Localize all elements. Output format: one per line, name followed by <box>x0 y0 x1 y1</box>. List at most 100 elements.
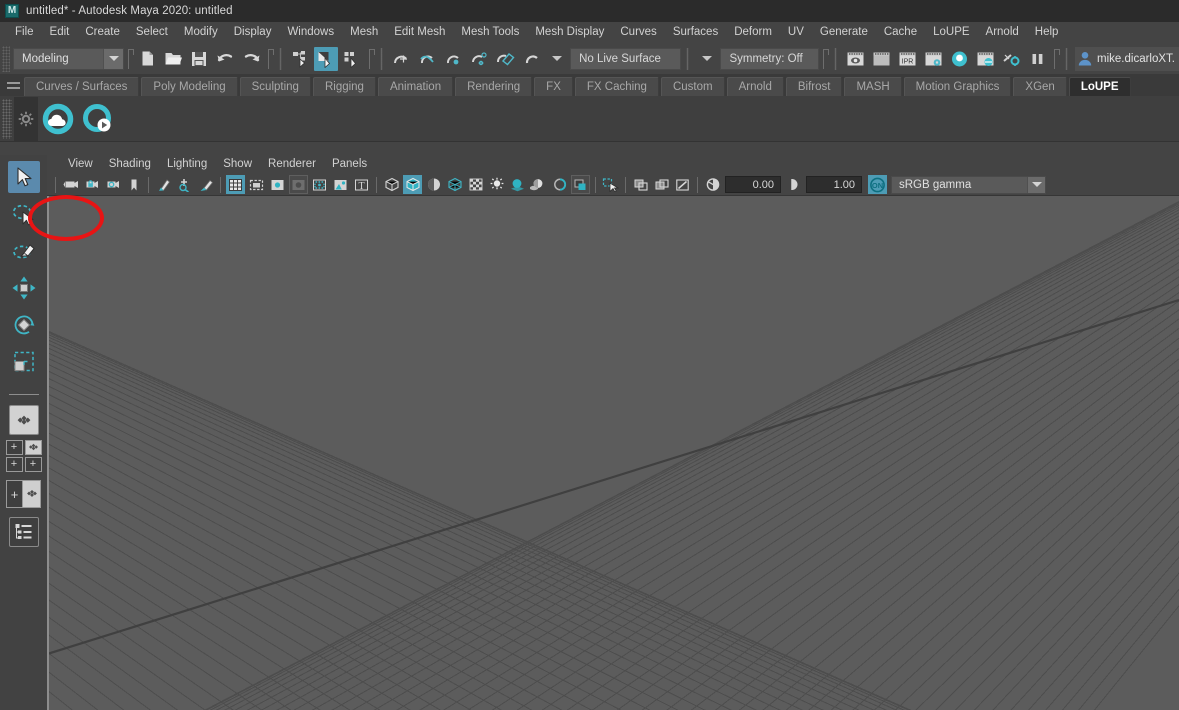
hypershade-icon[interactable] <box>947 47 971 71</box>
select-camera-icon[interactable] <box>61 175 80 194</box>
undo-icon[interactable] <box>213 47 237 71</box>
toolbar-gripper-2[interactable] <box>279 47 283 70</box>
safe-action-icon[interactable] <box>331 175 350 194</box>
textured-icon[interactable] <box>466 175 485 194</box>
smooth-shade-selected-icon[interactable] <box>424 175 443 194</box>
rotate-tool-icon[interactable] <box>8 309 40 341</box>
make-live-icon[interactable] <box>519 47 543 71</box>
snap-to-projected-center-icon[interactable] <box>467 47 491 71</box>
menu-item-mesh-display[interactable]: Mesh Display <box>527 22 612 43</box>
xray-joints-icon[interactable] <box>652 175 671 194</box>
safe-title-icon[interactable]: T <box>352 175 371 194</box>
render-settings-icon[interactable] <box>921 47 945 71</box>
user-account-button[interactable]: mike.dicarloXT. <box>1075 46 1179 71</box>
menu-item-surfaces[interactable]: Surfaces <box>665 22 726 43</box>
camera-attributes-icon[interactable] <box>103 175 122 194</box>
menu-item-display[interactable]: Display <box>226 22 280 43</box>
exposure-value-field[interactable]: 0.00 <box>725 176 781 193</box>
new-scene-icon[interactable] <box>135 47 159 71</box>
gamma-value-field[interactable]: 1.00 <box>806 176 862 193</box>
menu-item-curves[interactable]: Curves <box>612 22 664 43</box>
wireframe-icon[interactable] <box>382 175 401 194</box>
color-management-icon[interactable]: ON <box>868 175 887 194</box>
shelf-tab-loupe[interactable]: LoUPE <box>1068 77 1131 96</box>
shelf-tab-arnold[interactable]: Arnold <box>726 77 784 96</box>
loupe-play-icon[interactable] <box>78 99 118 139</box>
select-by-component-type-icon[interactable] <box>340 47 364 71</box>
toolbar-gripper-3[interactable] <box>380 47 384 70</box>
menu-item-select[interactable]: Select <box>128 22 176 43</box>
screen-space-ao-icon[interactable] <box>529 175 548 194</box>
shelf-tab-animation[interactable]: Animation <box>377 77 454 96</box>
menu-item-cache[interactable]: Cache <box>876 22 925 43</box>
xray-active-components-icon[interactable] <box>673 175 692 194</box>
loupe-settings-icon[interactable] <box>14 96 38 141</box>
scale-tool-icon[interactable] <box>8 346 40 378</box>
shelf-tab-fx-caching[interactable]: FX Caching <box>574 77 659 96</box>
menu-item-deform[interactable]: Deform <box>726 22 780 43</box>
toolbar-gripper-5[interactable] <box>834 47 838 70</box>
color-transform-selector[interactable]: sRGB gamma <box>891 175 1046 194</box>
viewport-menu-show[interactable]: Show <box>215 155 260 174</box>
isolate-select-icon[interactable] <box>601 175 620 194</box>
snap-options-chevron-icon[interactable] <box>545 47 569 71</box>
menu-item-mesh-tools[interactable]: Mesh Tools <box>453 22 527 43</box>
gate-mask-icon[interactable] <box>289 175 308 194</box>
select-by-hierarchy-icon[interactable] <box>288 47 312 71</box>
outliner-persp-layout-icon[interactable] <box>8 517 39 547</box>
menu-item-edit[interactable]: Edit <box>42 22 78 43</box>
chevron-down-icon[interactable] <box>103 48 124 69</box>
render-current-frame-icon[interactable] <box>843 47 867 71</box>
menu-item-generate[interactable]: Generate <box>812 22 876 43</box>
grid-toggle-icon[interactable] <box>226 175 245 194</box>
grease-pencil-icon[interactable] <box>196 175 215 194</box>
menu-item-arnold[interactable]: Arnold <box>978 22 1027 43</box>
viewport-menu-renderer[interactable]: Renderer <box>260 155 324 174</box>
shelf-tab-curves-surfaces[interactable]: Curves / Surfaces <box>24 77 140 96</box>
toolbar-gripper-4[interactable] <box>686 47 690 70</box>
shelf-gripper[interactable] <box>2 98 12 139</box>
statusline-gripper[interactable] <box>2 45 10 72</box>
render-view-icon[interactable] <box>973 47 997 71</box>
render-sequence-icon[interactable] <box>869 47 893 71</box>
select-by-object-type-icon[interactable] <box>314 46 339 71</box>
image-plane-icon[interactable] <box>154 175 173 194</box>
shadows-icon[interactable] <box>508 175 527 194</box>
ipr-render-icon[interactable]: IPR <box>895 47 919 71</box>
viewport-menu-panels[interactable]: Panels <box>324 155 375 174</box>
multisample-icon[interactable] <box>571 175 590 194</box>
menu-item-windows[interactable]: Windows <box>279 22 342 43</box>
shelf-tab-custom[interactable]: Custom <box>660 77 725 96</box>
shelf-tab-xgen[interactable]: XGen <box>1013 77 1067 96</box>
menu-item-help[interactable]: Help <box>1027 22 1067 43</box>
chevron-down-icon[interactable] <box>1027 176 1045 193</box>
light-editor-icon[interactable] <box>999 47 1023 71</box>
four-view-layout-icon[interactable]: + + + <box>5 440 42 472</box>
shelf-tab-motion-graphics[interactable]: Motion Graphics <box>903 77 1012 96</box>
shelf-tab-bifrost[interactable]: Bifrost <box>785 77 843 96</box>
symmetry-field[interactable]: Symmetry: Off <box>720 47 820 70</box>
snap-to-grid-icon[interactable] <box>389 47 413 71</box>
snap-to-point-icon[interactable] <box>441 47 465 71</box>
xray-icon[interactable] <box>631 175 650 194</box>
shelf-tab-fx[interactable]: FX <box>534 77 573 96</box>
menu-item-mesh[interactable]: Mesh <box>342 22 386 43</box>
snap-to-curve-icon[interactable] <box>415 47 439 71</box>
gamma-icon[interactable] <box>784 175 803 194</box>
single-perspective-view-icon[interactable] <box>8 405 39 435</box>
menu-set-selector[interactable]: Modeling <box>13 47 125 70</box>
shelf-menu-icon[interactable] <box>2 75 24 96</box>
shelf-tab-poly-modeling[interactable]: Poly Modeling <box>141 77 238 96</box>
save-scene-icon[interactable] <box>187 47 211 71</box>
symmetry-chevron-icon[interactable] <box>695 47 719 71</box>
viewport-menu-shading[interactable]: Shading <box>101 155 159 174</box>
pause-render-icon[interactable] <box>1025 47 1049 71</box>
lighting-icon[interactable] <box>487 175 506 194</box>
smooth-shade-all-icon[interactable] <box>403 175 422 194</box>
move-tool-icon[interactable] <box>8 272 40 304</box>
two-pane-layout-icon[interactable]: + <box>6 480 41 508</box>
menu-item-create[interactable]: Create <box>77 22 128 43</box>
shelf-tab-rigging[interactable]: Rigging <box>312 77 376 96</box>
open-scene-icon[interactable] <box>161 47 185 71</box>
toolbar-gripper-6[interactable] <box>1065 47 1069 70</box>
